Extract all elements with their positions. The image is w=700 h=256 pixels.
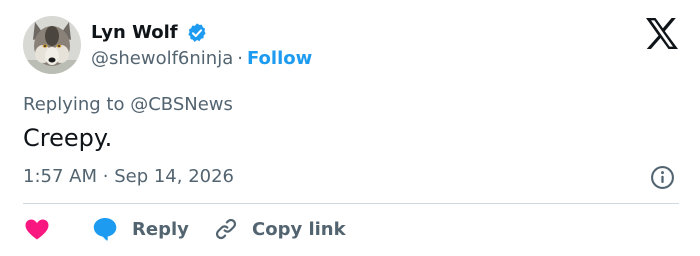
tweet-time: 1:57 AM <box>23 166 97 187</box>
timestamp-separator: · <box>102 166 109 187</box>
verified-badge-icon <box>188 23 206 42</box>
heart-icon <box>25 219 49 240</box>
speech-bubble-icon <box>93 218 117 241</box>
info-icon[interactable] <box>650 165 675 190</box>
tweet-date: Sep 14, 2026 <box>114 166 235 187</box>
reply-label: Reply <box>132 218 189 240</box>
copy-link-button[interactable]: Copy link <box>214 214 346 244</box>
wolf-avatar-icon <box>23 16 81 74</box>
reply-handle[interactable]: @CBSNews <box>130 94 233 115</box>
reply-context: Replying to @CBSNews <box>23 94 233 115</box>
author-handle[interactable]: @shewolf6ninja <box>91 48 233 69</box>
handle-separator: · <box>237 48 243 69</box>
divider <box>23 203 679 204</box>
avatar[interactable] <box>23 16 81 74</box>
author-handle-line: @shewolf6ninja · Follow <box>91 48 312 69</box>
like-button[interactable] <box>24 214 50 244</box>
link-icon <box>215 218 237 240</box>
reply-button[interactable]: Reply <box>92 214 189 244</box>
x-logo-icon[interactable] <box>645 18 679 49</box>
follow-button[interactable]: Follow <box>247 48 312 69</box>
copy-link-label: Copy link <box>252 218 346 240</box>
reply-prefix: Replying to <box>23 94 125 115</box>
tweet-text: Creepy. <box>23 124 113 152</box>
tweet-card: Lyn Wolf @shewolf6ninja · Follow Replying … <box>0 0 700 256</box>
timestamp[interactable]: 1:57 AM · Sep 14, 2026 <box>23 166 234 187</box>
author-name[interactable]: Lyn Wolf <box>91 22 178 43</box>
